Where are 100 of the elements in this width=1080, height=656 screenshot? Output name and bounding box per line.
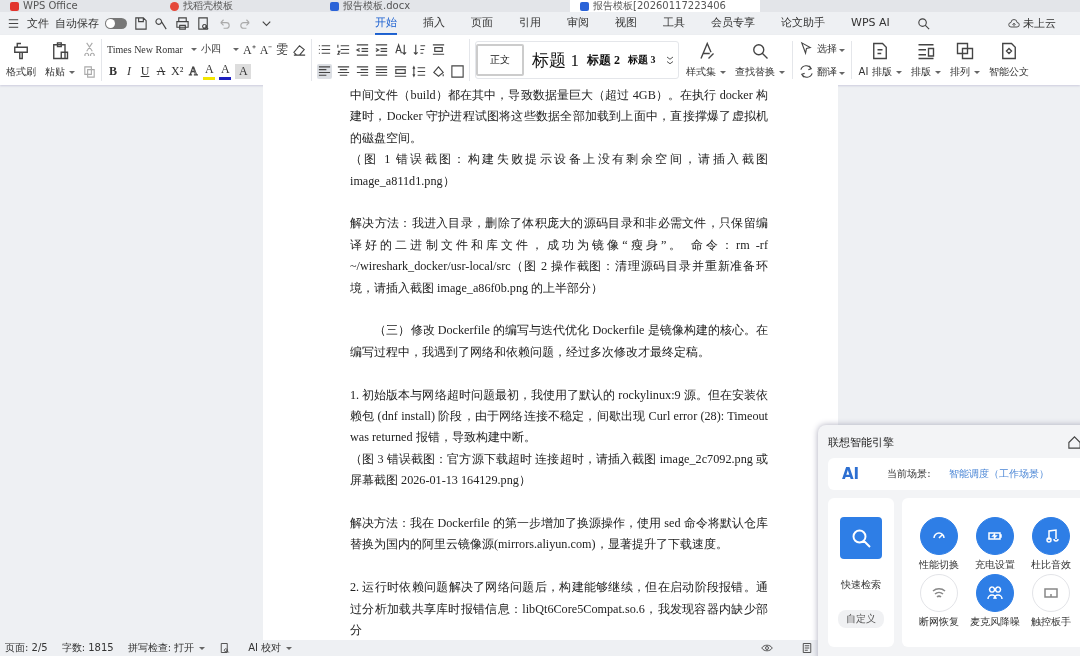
ribbon-tab[interactable]: 页面 [471, 12, 493, 35]
layers-icon [954, 41, 975, 61]
ribbon-button[interactable]: 粘贴 [43, 39, 77, 81]
show-marks-icon[interactable] [431, 41, 447, 57]
ribbon-button[interactable]: 样式集 [683, 39, 728, 81]
feature-tile[interactable]: 触控板手 [1024, 573, 1078, 629]
feature-tile[interactable]: 麦克风降噪 [968, 573, 1022, 629]
page-count[interactable]: 页面: 2/5 [5, 641, 48, 655]
font-family-dropdown[interactable]: Times New Romar [107, 43, 197, 55]
ribbon-button[interactable]: 查找替换 [732, 39, 787, 81]
caret-icon [973, 70, 980, 74]
cursor-icon [798, 41, 814, 56]
page-view-icon[interactable] [801, 642, 813, 654]
font-format-button[interactable]: A [219, 62, 232, 80]
line-spacing-icon[interactable] [412, 63, 428, 79]
style-option[interactable]: 正文 [476, 44, 525, 76]
panel-title: 联想智能引擎 [828, 435, 894, 450]
ribbon-tab[interactable]: 工具 [663, 12, 685, 35]
outdent-icon[interactable] [355, 41, 371, 57]
text-direction-icon[interactable] [393, 41, 409, 57]
font-format-button[interactable]: I [123, 63, 135, 79]
feature-tile[interactable]: 充电设置 [968, 516, 1022, 572]
scene-label: 当前场景: [887, 467, 931, 481]
feature-toggle[interactable] [1032, 516, 1070, 555]
quick-search-label: 快速检索 [841, 577, 881, 592]
search-icon[interactable] [915, 16, 931, 31]
font-format-button[interactable]: A [155, 63, 167, 79]
style-option[interactable]: 标题 1 [532, 48, 580, 72]
file-menu[interactable]: 文件 [27, 16, 49, 31]
ribbon-button[interactable]: 选择 [798, 41, 845, 56]
feature-toggle[interactable] [920, 516, 958, 555]
font-format-button[interactable]: X² [171, 63, 184, 79]
paragraph: （图 1 错误截图：构建失败提示设备上没有剩余空间，请插入截图 image_a811d1.png） [350, 151, 768, 190]
home-icon[interactable] [1067, 435, 1080, 450]
feature-tile[interactable]: 杜比音效 [1024, 516, 1078, 572]
document-search-icon [219, 642, 232, 654]
align-right-icon[interactable] [355, 63, 371, 79]
font-size-dropdown[interactable]: 小四 [201, 42, 239, 56]
font-tool-button[interactable]: A⁻ [259, 40, 273, 58]
font-tool-button[interactable]: A⁺ [243, 40, 256, 58]
ribbon-button[interactable]: AI 排版 [856, 39, 904, 81]
ribbon-tab[interactable]: 视图 [615, 12, 637, 35]
ai-proofread-button[interactable]: AI 校对 [219, 641, 293, 655]
spell-check-toggle[interactable]: 拼写检查: 打开 [127, 641, 206, 655]
ribbon-button[interactable]: 翻译 [798, 64, 845, 79]
ribbon-tab[interactable]: 引用 [519, 12, 541, 35]
preview-icon[interactable] [196, 16, 211, 31]
caret-icon [895, 70, 902, 74]
ribbon-tab[interactable]: WPS AI [851, 13, 890, 34]
font-format-button[interactable]: A [203, 62, 216, 80]
paint-bucket-icon[interactable] [431, 63, 447, 79]
customize-button[interactable]: 自定义 [838, 610, 884, 629]
ai-logo: AI [842, 465, 860, 483]
autosave-label: 自动保存 [55, 16, 99, 31]
distribute-icon[interactable] [393, 63, 409, 79]
align-center-icon[interactable] [336, 63, 352, 79]
ribbon-tab[interactable]: 插入 [423, 12, 445, 35]
feature-toggle[interactable] [976, 573, 1014, 612]
eye-icon[interactable] [761, 642, 773, 654]
ribbon-button[interactable]: 排版 [908, 39, 943, 81]
menu-icon[interactable] [6, 16, 21, 31]
print-icon[interactable] [175, 16, 190, 31]
window-tab[interactable]: 找稻壳模板 [160, 0, 320, 12]
brush-icon [11, 41, 31, 61]
ribbon-tab[interactable]: 会员专享 [711, 12, 755, 35]
indent-icon[interactable] [374, 41, 390, 57]
scene-mode-link[interactable]: 智能调度（工作场景） [948, 467, 1049, 481]
font-format-button[interactable]: B [107, 63, 119, 79]
autosave-toggle[interactable] [105, 18, 127, 29]
feature-tile[interactable]: 断网恢复 [912, 573, 966, 629]
ribbon-button[interactable]: 格式刷 [4, 39, 38, 81]
translate-icon [798, 64, 814, 79]
paragraph: 2. 运行时依赖问题解决了网络问题后，构建能够继续，但在启动阶段报错。通过分析加载共享库时报错信息：libQt6Core5Compat.so.6，我发现容器内缺少部分 [350, 579, 768, 640]
caret-icon [838, 48, 845, 52]
feature-toggle[interactable] [976, 516, 1014, 555]
paragraph: 解决方法：我进入目录，删除了体积庞大的源码目录和非必需文件，只保留编译好的二进制文件和库文件，成功为镜像“瘦身”。 命令：rm -rf ~/wireshark_docker/usr-local/src（图 2 操作截图：清理源码目录并重新准备环境，请插入截图 image_a86f0b.png 的上半部分） [350, 215, 768, 297]
font-format-button[interactable]: A [187, 63, 200, 79]
window-tab[interactable]: 报告模板.docx [320, 0, 480, 12]
quick-search-button[interactable] [840, 516, 882, 559]
feature-tile[interactable]: 性能切换 [912, 516, 966, 572]
align-left-icon[interactable] [317, 63, 333, 79]
font-format-button[interactable]: U [139, 63, 151, 79]
style-option[interactable]: 标题 2 [587, 51, 621, 69]
justify-icon[interactable] [374, 63, 390, 79]
ribbon-tab[interactable]: 论文助手 [781, 12, 825, 35]
paragraph: 解决方法：我在 Dockerfile 的第一步增加了换源操作，使用 sed 命令将默认仓库替换为国内的阿里云镜像源(mirrors.aliyun.com)，显著提升了下载速度。 [350, 515, 768, 554]
word-count[interactable]: 字数: 1815 [61, 641, 114, 655]
music-note-icon [1043, 527, 1059, 544]
ribbon-tab[interactable]: 审阅 [567, 12, 589, 35]
window-tab[interactable]: WPS Office [0, 0, 160, 12]
ribbon-button[interactable]: 智能公文 [986, 39, 1031, 81]
window-tab[interactable]: 报告模板[20260117223406 [570, 0, 760, 12]
border-icon[interactable] [450, 63, 466, 79]
save-icon[interactable] [133, 16, 148, 31]
font-format-button[interactable]: A [235, 63, 252, 79]
font-tool-button[interactable]: 雯 [276, 40, 289, 58]
style-option[interactable]: 标题 3 [628, 53, 656, 67]
ribbon-button[interactable]: 排列 [947, 39, 982, 81]
cloud-status[interactable]: 未上云 [1008, 16, 1056, 31]
paragraph: 中间文件（build）都在其中，导致数据量巨大（超过 4GB）。在执行 docker 构建时，Docker 守护进程试图将这些数据全部加载到上面中，直接撑爆了虚拟机的磁盘空间。 [350, 87, 768, 147]
